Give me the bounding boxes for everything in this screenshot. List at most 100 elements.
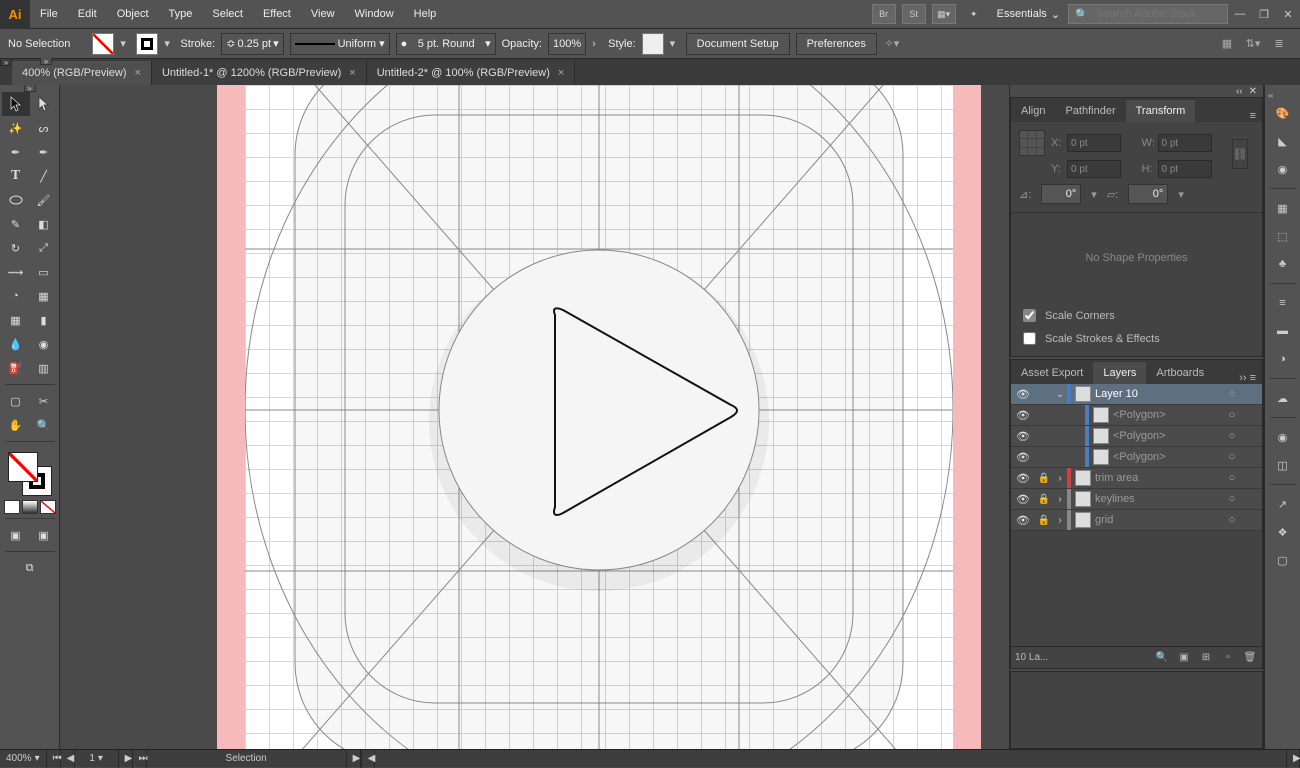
layer-name[interactable]: <Polygon> [1113, 451, 1222, 463]
curvature-tool[interactable]: ✒ [30, 140, 58, 164]
layer-row[interactable]: 👁⌄Layer 10○ [1011, 384, 1262, 405]
layer-target-icon[interactable]: ○ [1222, 451, 1242, 463]
blend-tool[interactable]: ◉ [30, 332, 58, 356]
layer-target-icon[interactable]: ○ [1222, 430, 1242, 442]
layer-visibility-icon[interactable]: 👁 [1011, 430, 1035, 443]
layers-dock-icon[interactable]: ❖ [1270, 519, 1296, 545]
list-icon[interactable]: ≣ [1270, 35, 1288, 53]
layer-name[interactable]: trim area [1095, 472, 1222, 484]
zoom-tool[interactable]: 🔍 [30, 413, 58, 437]
fill-stroke-indicator[interactable] [8, 452, 52, 496]
layer-name[interactable]: Layer 10 [1095, 388, 1222, 400]
style-dropdown[interactable]: ▾ [670, 37, 680, 50]
app-logo[interactable]: Ai [0, 0, 30, 29]
rotate-tool[interactable]: ↻ [2, 236, 30, 260]
arrange-docs-icon[interactable]: ▦▾ [932, 4, 956, 24]
prev-artboard-button[interactable]: ◀ [61, 750, 75, 768]
tools-expand[interactable]: » [24, 85, 36, 92]
paintbrush-tool[interactable]: 🖌 [30, 188, 58, 212]
free-transform-tool[interactable]: ▭ [30, 260, 58, 284]
layer-row[interactable]: 👁 <Polygon>○ [1011, 447, 1262, 468]
magic-wand-tool[interactable]: ✨ [2, 116, 30, 140]
mesh-tool[interactable]: ▦ [2, 308, 30, 332]
layer-visibility-icon[interactable]: 👁 [1011, 514, 1035, 527]
transform-icon[interactable]: ⇅▾ [1244, 35, 1262, 53]
layer-target-icon[interactable]: ○ [1222, 493, 1242, 505]
swatches-panel-icon[interactable]: ▦ [1270, 195, 1296, 221]
artboard-tool[interactable]: ▢ [2, 389, 30, 413]
hand-tool[interactable]: ✋ [2, 413, 30, 437]
layer-toggle-icon[interactable]: › [1053, 494, 1067, 505]
document-tab[interactable]: Untitled-1* @ 1200% (RGB/Preview)× [152, 61, 367, 85]
pen-tool[interactable]: ✒ [2, 140, 30, 164]
appearance-panel-icon[interactable]: ◉ [1270, 424, 1296, 450]
brushes-panel-icon[interactable]: ⬚ [1270, 223, 1296, 249]
panel-collapse-icon[interactable]: ‹‹ [1236, 86, 1243, 97]
layer-target-icon[interactable]: ○ [1222, 472, 1242, 484]
menu-edit[interactable]: Edit [68, 0, 107, 29]
new-sublayer-icon[interactable]: ⊞ [1198, 652, 1214, 663]
delete-layer-icon[interactable]: 🗑 [1242, 652, 1258, 663]
color-guide-panel-icon[interactable]: ◣ [1270, 128, 1296, 154]
window-restore-button[interactable]: ❐ [1254, 5, 1274, 23]
layer-row[interactable]: 👁🔒›trim area○ [1011, 468, 1262, 489]
layer-target-icon[interactable]: ○ [1222, 514, 1242, 526]
style-swatch[interactable] [642, 33, 664, 55]
first-artboard-button[interactable]: ⏮ [47, 750, 61, 768]
menu-window[interactable]: Window [345, 0, 404, 29]
zoom-field[interactable]: 400% ▾ [0, 750, 47, 768]
opacity-dropdown[interactable]: › [592, 38, 602, 50]
layer-lock-icon[interactable]: 🔒 [1035, 515, 1053, 526]
document-tab[interactable]: Untitled-2* @ 100% (RGB/Preview)× [367, 61, 576, 85]
h-input[interactable] [1158, 160, 1212, 178]
canvas-area[interactable] [60, 85, 1009, 749]
layer-visibility-icon[interactable]: 👁 [1011, 451, 1035, 464]
cc-libraries-icon[interactable]: ☁ [1270, 385, 1296, 411]
tab-layers[interactable]: Layers [1093, 362, 1146, 384]
layer-name[interactable]: keylines [1095, 493, 1222, 505]
color-mode[interactable] [4, 500, 20, 514]
next-artboard-button[interactable]: ▶ [119, 750, 133, 768]
tab-transform[interactable]: Transform [1126, 100, 1196, 122]
screen-mode[interactable]: ⧉ [16, 556, 44, 580]
dock-expand[interactable]: ‹‹ [1268, 91, 1280, 98]
color-panel-icon[interactable]: 🎨 [1270, 100, 1296, 126]
gradient-mode[interactable] [22, 500, 38, 514]
layer-visibility-icon[interactable]: 👁 [1011, 409, 1035, 422]
layer-name[interactable]: <Polygon> [1113, 409, 1222, 421]
recolor-panel-icon[interactable]: ◉ [1270, 156, 1296, 182]
new-layer-icon[interactable]: ▫ [1220, 652, 1236, 663]
window-close-button[interactable]: ✕ [1278, 5, 1298, 23]
layer-visibility-icon[interactable]: 👁 [1011, 388, 1035, 401]
eyedropper-tool[interactable]: 💧 [2, 332, 30, 356]
line-tool[interactable]: ╱ [30, 164, 58, 188]
selection-tool[interactable] [2, 92, 30, 116]
panel-close-icon[interactable]: ✕ [1249, 86, 1257, 97]
make-clip-icon[interactable]: ▣ [1176, 652, 1192, 663]
perspective-grid-tool[interactable]: ▦ [30, 284, 58, 308]
menu-select[interactable]: Select [202, 0, 253, 29]
align-icon[interactable]: ▦ [1218, 35, 1236, 53]
stroke-panel-icon[interactable]: ≡ [1270, 290, 1296, 316]
workspace-switcher[interactable]: Essentials ⌄ [989, 8, 1068, 21]
menu-file[interactable]: File [30, 0, 68, 29]
transform-each-icon[interactable]: ✧▾ [883, 35, 901, 53]
shape-builder-tool[interactable]: ◔ [2, 284, 30, 308]
ellipse-tool[interactable] [2, 188, 30, 212]
tab-asset-export[interactable]: Asset Export [1011, 362, 1093, 384]
stroke-swatch[interactable] [136, 33, 158, 55]
last-artboard-button[interactable]: ⏭ [133, 750, 147, 768]
shaper-tool[interactable]: ✎ [2, 212, 30, 236]
gradient-tool[interactable]: ▮ [30, 308, 58, 332]
document-setup-button[interactable]: Document Setup [686, 33, 790, 55]
panel-menu-icon[interactable]: ≡ [1244, 110, 1262, 122]
angle-input[interactable] [1041, 184, 1081, 204]
search-input[interactable] [1095, 7, 1215, 21]
layer-row[interactable]: 👁 <Polygon>○ [1011, 426, 1262, 447]
stroke-profile-field[interactable]: Uniform ▾ [290, 33, 390, 55]
layer-row[interactable]: 👁🔒›grid○ [1011, 510, 1262, 531]
layer-name[interactable]: <Polygon> [1113, 430, 1222, 442]
hscroll-right[interactable]: ▶ [1286, 750, 1300, 768]
artboards-dock-icon[interactable]: ▢ [1270, 547, 1296, 573]
transparency-panel-icon[interactable]: ◑ [1270, 346, 1296, 372]
